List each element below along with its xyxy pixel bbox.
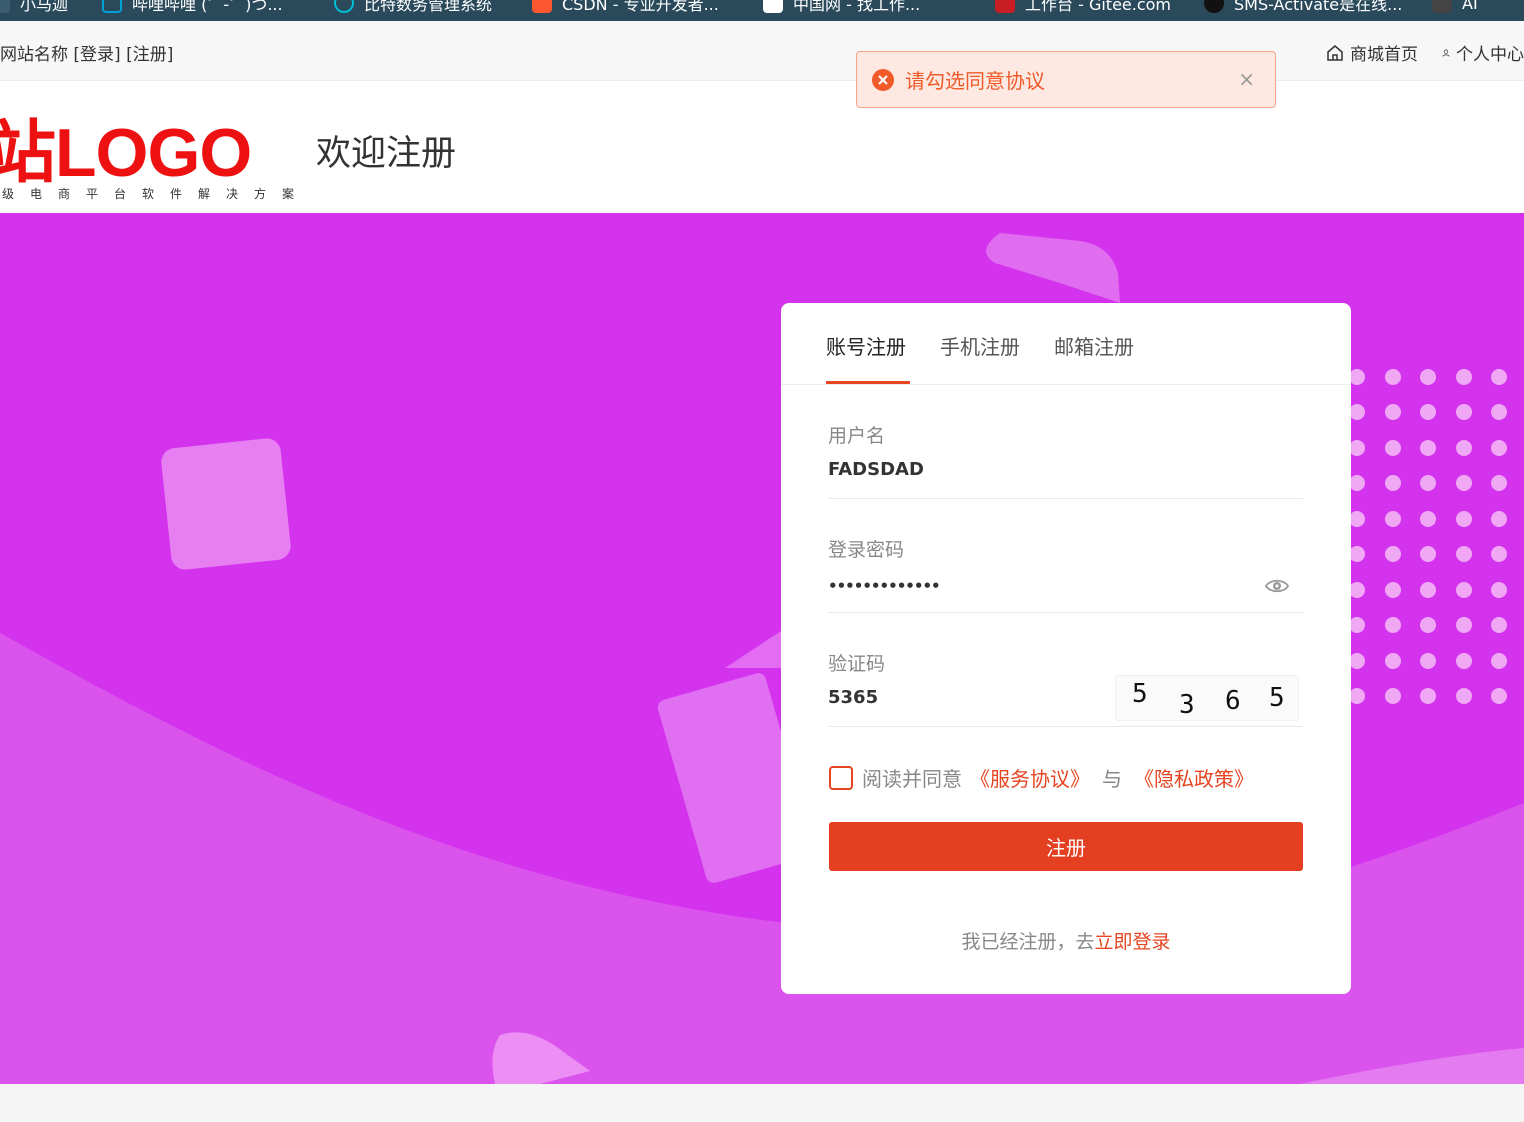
agree-prefix: 阅读并同意 xyxy=(862,767,962,791)
captcha-digit: 5 xyxy=(1132,679,1148,709)
user-icon xyxy=(1442,49,1450,57)
decorative-dots xyxy=(1349,369,1507,704)
page-header: 站LOGO 级电商平台软件解决方案 欢迎注册 xyxy=(0,81,1524,213)
csdn-icon xyxy=(532,0,552,13)
tab-phone-register[interactable]: 手机注册 xyxy=(940,331,1020,360)
bookmark-item[interactable]: SMS-Activate是在线... xyxy=(1204,0,1402,15)
user-center-link[interactable]: 个人中心 xyxy=(1442,40,1524,65)
leaf-icon xyxy=(334,0,354,13)
bookmark-icon xyxy=(0,0,10,13)
login-now-link[interactable]: 立即登录 xyxy=(1095,931,1171,953)
bookmark-label: 工作台 - Gitee.com xyxy=(1025,0,1172,14)
captcha-digit: 3 xyxy=(1179,690,1195,720)
bookmark-label: 比特数务管理系统 xyxy=(364,0,493,14)
register-button[interactable]: 注册 xyxy=(829,822,1303,871)
bookmark-label: SMS-Activate是在线... xyxy=(1234,0,1403,14)
captcha-input[interactable] xyxy=(828,687,1128,708)
bag-icon xyxy=(763,0,783,13)
captcha-digit: 5 xyxy=(1269,683,1285,713)
bookmark-item[interactable]: 比特数务管理系统 xyxy=(334,0,492,15)
active-tab-indicator xyxy=(826,381,910,384)
bookmark-item[interactable]: CSDN - 专业开发者... xyxy=(532,0,719,15)
tab-email-register[interactable]: 邮箱注册 xyxy=(1054,331,1134,360)
user-center-label: 个人中心 xyxy=(1456,45,1524,65)
site-logo[interactable]: 站LOGO xyxy=(0,97,252,196)
ai-icon xyxy=(1432,0,1452,13)
logo-char: 站 xyxy=(0,115,56,191)
browser-bookmarks-bar: 小马迦 哔哩哔哩 (゜-゜)つ... 比特数务管理系统 CSDN - 专业开发者… xyxy=(0,0,1524,21)
agreement-row: 阅读并同意 《服务协议》 与 《隐私政策》 xyxy=(829,763,1254,792)
bookmark-label: 哔哩哔哩 (゜-゜)つ... xyxy=(132,0,283,14)
register-tabs: 账号注册 手机注册 邮箱注册 xyxy=(781,303,1351,385)
toast-message: 请勾选同意协议 xyxy=(905,69,1045,93)
logo-text: LOGO xyxy=(55,115,252,191)
mall-home-link[interactable]: 商城首页 xyxy=(1326,40,1418,65)
captcha-digit: 6 xyxy=(1225,686,1241,716)
bookmark-item[interactable]: 中国网 - 找工作... xyxy=(763,0,920,15)
bookmark-label: AI xyxy=(1462,0,1478,13)
logo-subtitle: 级电商平台软件解决方案 xyxy=(2,187,311,201)
error-icon xyxy=(872,68,894,91)
bookmark-item[interactable]: 哔哩哔哩 (゜-゜)つ... xyxy=(102,0,283,15)
captcha-field: 验证码 5 3 6 5 xyxy=(828,649,1303,727)
bookmark-label: 中国网 - 找工作... xyxy=(793,0,921,14)
bookmark-item[interactable]: 小马迦 xyxy=(0,0,68,15)
globe-icon xyxy=(1204,0,1224,13)
service-agreement-link[interactable]: 《服务协议》 xyxy=(970,763,1090,792)
privacy-policy-link[interactable]: 《隐私政策》 xyxy=(1134,763,1254,792)
bookmark-label: 小马迦 xyxy=(20,0,69,14)
error-toast: 请勾选同意协议 × xyxy=(856,51,1276,108)
gitee-icon xyxy=(995,0,1015,13)
mall-home-label: 商城首页 xyxy=(1350,45,1418,65)
page-title: 欢迎注册 xyxy=(316,134,457,174)
bilibili-icon xyxy=(102,0,122,13)
password-label: 登录密码 xyxy=(828,539,905,561)
username-input[interactable] xyxy=(828,459,1128,480)
eye-icon[interactable] xyxy=(1265,577,1289,595)
agree-checkbox[interactable] xyxy=(829,765,853,790)
login-prompt: 我已经注册，去 xyxy=(961,931,1095,953)
username-field: 用户名 xyxy=(828,421,1303,499)
bookmark-item[interactable]: AI xyxy=(1432,0,1478,15)
register-card: 账号注册 手机注册 邮箱注册 用户名 登录密码 ••••••••••••• 验证… xyxy=(781,303,1351,994)
site-topbar: 网站名称 [登录] [注册] 商城首页 个人中心 xyxy=(0,21,1524,81)
bookmark-item[interactable]: 工作台 - Gitee.com xyxy=(995,0,1171,15)
captcha-label: 验证码 xyxy=(828,653,886,675)
page-footer xyxy=(0,1084,1524,1122)
login-prompt-row: 我已经注册，去立即登录 xyxy=(781,927,1351,954)
close-icon[interactable]: × xyxy=(1238,67,1255,91)
username-label: 用户名 xyxy=(828,425,886,447)
home-icon xyxy=(1327,44,1343,61)
password-field: 登录密码 ••••••••••••• xyxy=(828,535,1303,613)
password-input[interactable]: ••••••••••••• xyxy=(828,577,1128,595)
bookmark-label: CSDN - 专业开发者... xyxy=(562,0,719,14)
top-nav: 商城首页 个人中心 xyxy=(1302,40,1524,65)
tab-account-register[interactable]: 账号注册 xyxy=(826,331,906,360)
agree-and: 与 xyxy=(1102,767,1122,791)
site-name-links[interactable]: 网站名称 [登录] [注册] xyxy=(0,40,173,65)
captcha-image[interactable]: 5 3 6 5 xyxy=(1115,675,1299,721)
